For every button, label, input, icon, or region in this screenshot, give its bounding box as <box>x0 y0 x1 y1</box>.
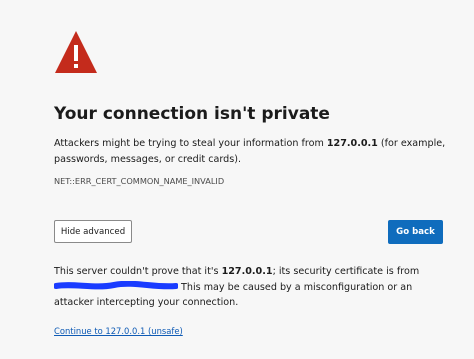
error-code: NET::ERR_CERT_COMMON_NAME_INVALID <box>54 176 225 186</box>
error-description: Attackers might be trying to steal your … <box>54 136 454 168</box>
redaction-mark <box>54 281 178 290</box>
advanced-host-name: 127.0.0.1 <box>221 266 273 277</box>
continue-unsafe-link[interactable]: Continue to 127.0.0.1 (unsafe) <box>54 326 183 336</box>
advanced-details: This server couldn't prove that it's 127… <box>54 264 449 311</box>
advanced-text-middle: ; its security certificate is from <box>272 266 420 277</box>
go-back-button[interactable]: Go back <box>388 220 443 244</box>
page-title: Your connection isn't private <box>54 104 330 124</box>
description-text: Attackers might be trying to steal your … <box>54 138 327 149</box>
warning-triangle-icon <box>55 31 97 73</box>
advanced-text-start: This server couldn't prove that it's <box>54 266 222 277</box>
hide-advanced-button[interactable]: Hide advanced <box>54 220 132 243</box>
host-name: 127.0.0.1 <box>326 138 378 149</box>
